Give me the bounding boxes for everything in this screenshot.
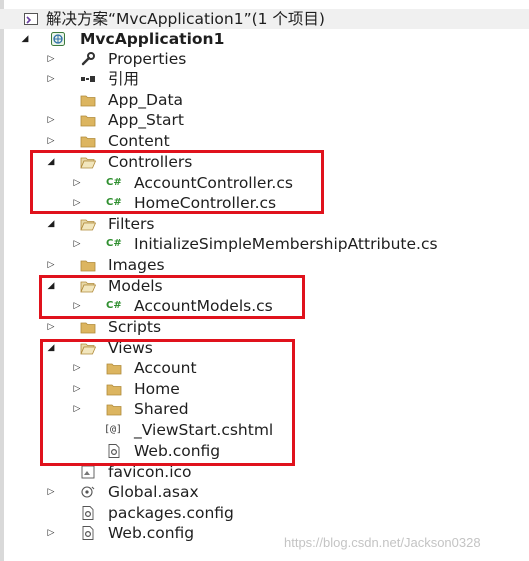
- highlight-box-controllers: [30, 150, 324, 214]
- config-file-icon: [82, 506, 94, 520]
- tree-row-references[interactable]: ▷ 引用: [0, 69, 529, 89]
- app-data-label: App_Data: [108, 91, 184, 109]
- expand-arrow-icon[interactable]: ▷: [46, 260, 56, 270]
- expand-arrow-icon[interactable]: ▷: [46, 322, 56, 332]
- collapse-arrow-icon[interactable]: ◢: [20, 34, 30, 44]
- expand-arrow-icon[interactable]: ▷: [46, 74, 56, 84]
- folder-icon: [80, 115, 96, 127]
- expand-arrow-icon[interactable]: ▷: [46, 115, 56, 125]
- folder-icon: [80, 95, 96, 107]
- csharp-file-icon: C#: [106, 238, 122, 249]
- expand-arrow-icon[interactable]: ▷: [72, 239, 82, 249]
- project-label: MvcApplication1: [80, 30, 225, 48]
- expand-arrow-icon[interactable]: ▷: [46, 136, 56, 146]
- packages-label: packages.config: [108, 504, 234, 522]
- tree-row-app-data[interactable]: App_Data: [0, 90, 529, 110]
- tree-row-packages[interactable]: packages.config: [0, 503, 529, 523]
- tree-row-solution[interactable]: 解决方案“MvcApplication1”(1 个项目): [0, 9, 529, 29]
- tree-row-initialize-attr[interactable]: ▷ C# InitializeSimpleMembershipAttribute…: [0, 234, 529, 254]
- folder-icon: [80, 260, 96, 272]
- web-project-icon: [51, 32, 65, 46]
- properties-label: Properties: [108, 50, 187, 68]
- global-asax-icon: [81, 486, 95, 498]
- tree-row-global[interactable]: ▷ Global.asax: [0, 482, 529, 502]
- initialize-attr-label: InitializeSimpleMembershipAttribute.cs: [134, 235, 438, 253]
- images-label: Images: [108, 256, 165, 274]
- solution-icon: [24, 13, 38, 25]
- expand-arrow-icon[interactable]: ▷: [46, 528, 56, 538]
- scripts-label: Scripts: [108, 318, 162, 336]
- global-label: Global.asax: [108, 483, 199, 501]
- config-file-icon: [82, 526, 94, 540]
- tree-row-project[interactable]: ◢ MvcApplication1: [0, 29, 529, 49]
- open-folder-icon: [80, 219, 96, 231]
- references-label: 引用: [108, 70, 140, 88]
- tree-row-scripts[interactable]: ▷ Scripts: [0, 317, 529, 337]
- highlight-box-views: [40, 339, 295, 466]
- folder-icon: [80, 322, 96, 334]
- image-file-icon: [81, 465, 95, 479]
- solution-label: 解决方案“MvcApplication1”(1 个项目): [46, 10, 325, 28]
- filters-label: Filters: [108, 215, 155, 233]
- expand-arrow-icon[interactable]: ▷: [46, 487, 56, 497]
- webconfig-label: Web.config: [108, 524, 195, 542]
- tree-row-app-start[interactable]: ▷ App_Start: [0, 110, 529, 130]
- expand-arrow-icon[interactable]: ▷: [46, 54, 56, 64]
- watermark-text: https://blog.csdn.net/Jackson0328: [284, 535, 481, 550]
- tree-row-properties[interactable]: ▷ Properties: [0, 49, 529, 69]
- tree-row-filters[interactable]: ◢ Filters: [0, 214, 529, 234]
- tree-row-images[interactable]: ▷ Images: [0, 255, 529, 275]
- collapse-arrow-icon[interactable]: ◢: [46, 219, 56, 229]
- folder-icon: [80, 136, 96, 148]
- references-icon: [81, 76, 95, 82]
- content-label: Content: [108, 132, 170, 150]
- tree-row-content[interactable]: ▷ Content: [0, 131, 529, 151]
- app-start-label: App_Start: [108, 111, 184, 129]
- wrench-icon: [81, 52, 95, 66]
- highlight-box-models: [39, 275, 305, 319]
